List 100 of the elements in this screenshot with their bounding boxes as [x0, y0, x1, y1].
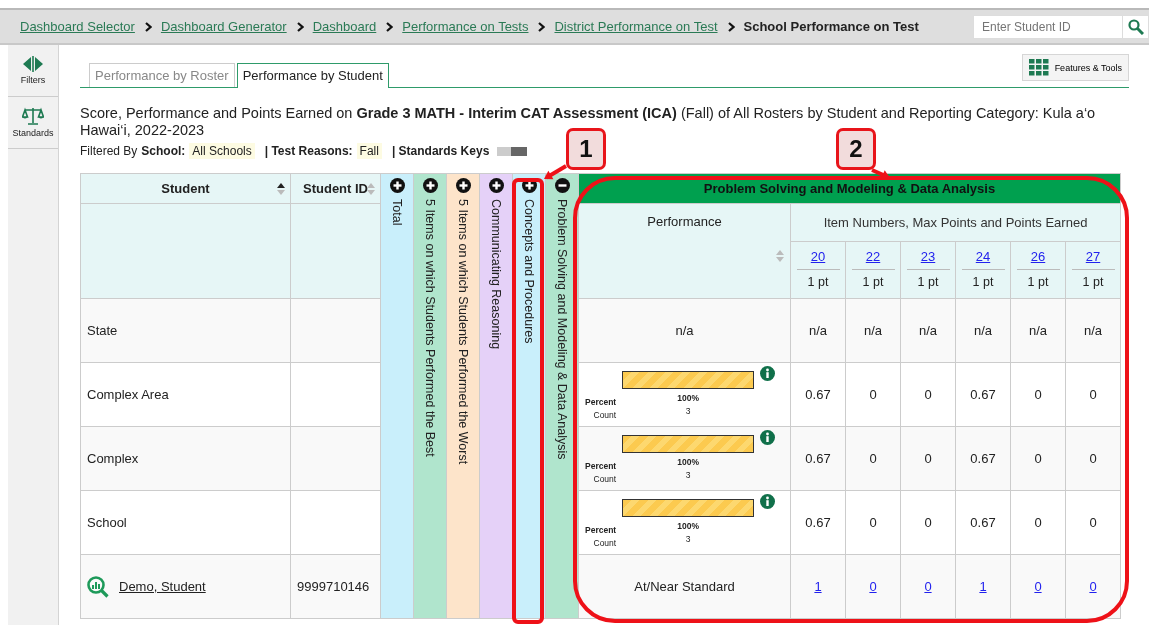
column-header[interactable]: Performance — [579, 204, 791, 299]
collapse-icon[interactable] — [554, 178, 570, 193]
points-value: 0.67 — [805, 387, 831, 402]
chevron-icon — [386, 21, 394, 32]
max-points: 1 pt — [1082, 275, 1104, 289]
count-value: 3 — [685, 469, 691, 482]
filter-prefix: Filtered By — [80, 144, 138, 158]
points-link[interactable]: 0 — [924, 579, 932, 594]
expand-icon[interactable] — [422, 178, 438, 193]
max-points: 1 pt — [972, 275, 994, 289]
student-id: 9999710146 — [297, 579, 370, 594]
percent-label: Percent — [585, 523, 617, 537]
breadcrumb-link[interactable]: Performance on Tests — [402, 19, 529, 34]
expand-icon[interactable] — [488, 178, 504, 193]
points-value: 0 — [1089, 451, 1097, 466]
max-points: 1 pt — [1027, 275, 1049, 289]
filter-label: | Test Reasons: — [264, 144, 353, 158]
item-number-link[interactable]: 23 — [920, 249, 936, 264]
info-icon[interactable] — [760, 494, 776, 509]
max-points: 1 pt — [917, 275, 939, 289]
expand-icon[interactable] — [389, 178, 405, 193]
points-value: 0.67 — [805, 451, 831, 466]
row-label: Complex Area — [87, 387, 169, 402]
points-value: 0 — [924, 451, 932, 466]
callout-badge: 1 — [566, 128, 606, 170]
column-header[interactable]: Student — [81, 174, 291, 204]
callout-arrow — [544, 164, 567, 180]
chevron-icon — [144, 21, 152, 32]
points-link[interactable]: 0 — [869, 579, 877, 594]
magnifier-chart-icon[interactable] — [87, 575, 109, 598]
scales-icon — [22, 107, 44, 125]
student-id-field[interactable]: Enter Student ID — [973, 14, 1123, 39]
performance-text: At/Near Standard — [634, 579, 735, 594]
filter-value: Fall — [356, 143, 382, 159]
points-value: 0 — [1089, 387, 1097, 402]
item-number-link[interactable]: 22 — [865, 249, 881, 264]
percent-value: 100% — [677, 392, 700, 405]
search-icon — [1127, 18, 1144, 35]
expand-icon[interactable] — [455, 178, 471, 193]
percent-label: Percent — [585, 395, 617, 409]
points-value: 0 — [924, 515, 932, 530]
count-value: 3 — [685, 405, 691, 418]
breadcrumb-link[interactable]: Dashboard — [312, 19, 377, 34]
points-value: 0.67 — [970, 515, 996, 530]
item-number-link[interactable]: 26 — [1030, 249, 1046, 264]
points-value: 0.67 — [970, 387, 996, 402]
points-value: 0 — [924, 387, 932, 402]
points-value: n/a — [808, 323, 828, 338]
points-value: 0 — [869, 451, 877, 466]
points-value: 0 — [1034, 451, 1042, 466]
features-tools-button[interactable]: Features & Tools — [1021, 54, 1129, 81]
points-link[interactable]: 0 — [1034, 579, 1042, 594]
item-number-link[interactable]: 20 — [810, 249, 826, 264]
category-label: Concepts and Procedures — [522, 199, 536, 344]
points-link[interactable]: 0 — [1089, 579, 1097, 594]
points-value: n/a — [918, 323, 938, 338]
chevron-icon — [538, 21, 546, 32]
item-number-link[interactable]: 24 — [975, 249, 991, 264]
filter-label: School: — [141, 144, 186, 158]
item-number-link[interactable]: 27 — [1085, 249, 1101, 264]
points-value: n/a — [1028, 323, 1048, 338]
callout-badge: 2 — [836, 128, 876, 170]
filter-value: All Schools — [189, 143, 255, 159]
column-group-header: Item Numbers, Max Points and Points Earned — [791, 204, 1121, 242]
count-label: Count — [593, 472, 617, 486]
info-icon[interactable] — [760, 430, 776, 445]
points-value: 0 — [1034, 387, 1042, 402]
column-header[interactable]: Student ID — [291, 174, 381, 204]
points-link[interactable]: 1 — [979, 579, 987, 594]
search-button[interactable] — [1123, 14, 1149, 39]
points-value: 0 — [1089, 515, 1097, 530]
performance-text: n/a — [675, 323, 694, 338]
category-label: 5 Items on which Students Performed the Worst — [456, 199, 470, 465]
count-value: 3 — [685, 533, 691, 546]
breadcrumb-current: School Performance on Test — [743, 19, 919, 34]
percent-value: 100% — [677, 456, 700, 469]
info-icon[interactable] — [760, 366, 776, 381]
breadcrumb-link[interactable]: Dashboard Selector — [20, 19, 135, 34]
category-label: Communicating Reasoning — [489, 199, 503, 350]
points-value: n/a — [973, 323, 993, 338]
category-label: Problem Solving and Modeling & Data Analysis — [555, 199, 569, 460]
student-link[interactable]: Demo, Student — [119, 579, 206, 594]
count-label: Count — [593, 536, 617, 550]
sort-icon[interactable] — [277, 182, 285, 196]
points-value: 0 — [869, 515, 877, 530]
tab[interactable]: Performance by Student — [236, 63, 389, 88]
category-label: Total — [390, 199, 404, 226]
breadcrumb-link[interactable]: District Performance on Test — [554, 19, 718, 34]
tab[interactable]: Performance by Roster — [89, 63, 235, 87]
split-arrows-icon — [23, 56, 43, 72]
points-link[interactable]: 1 — [814, 579, 822, 594]
breadcrumb-link[interactable]: Dashboard Generator — [160, 19, 287, 34]
standards-keys-toggle[interactable] — [497, 146, 528, 156]
standards-keys-label: | Standards Keys — [391, 144, 490, 158]
count-label: Count — [593, 408, 617, 422]
max-points: 1 pt — [862, 275, 884, 289]
points-value: n/a — [1083, 323, 1103, 338]
category-label: 5 Items on which Students Performed the Best — [423, 199, 437, 457]
chevron-icon — [296, 21, 304, 32]
chevron-icon — [727, 21, 735, 32]
